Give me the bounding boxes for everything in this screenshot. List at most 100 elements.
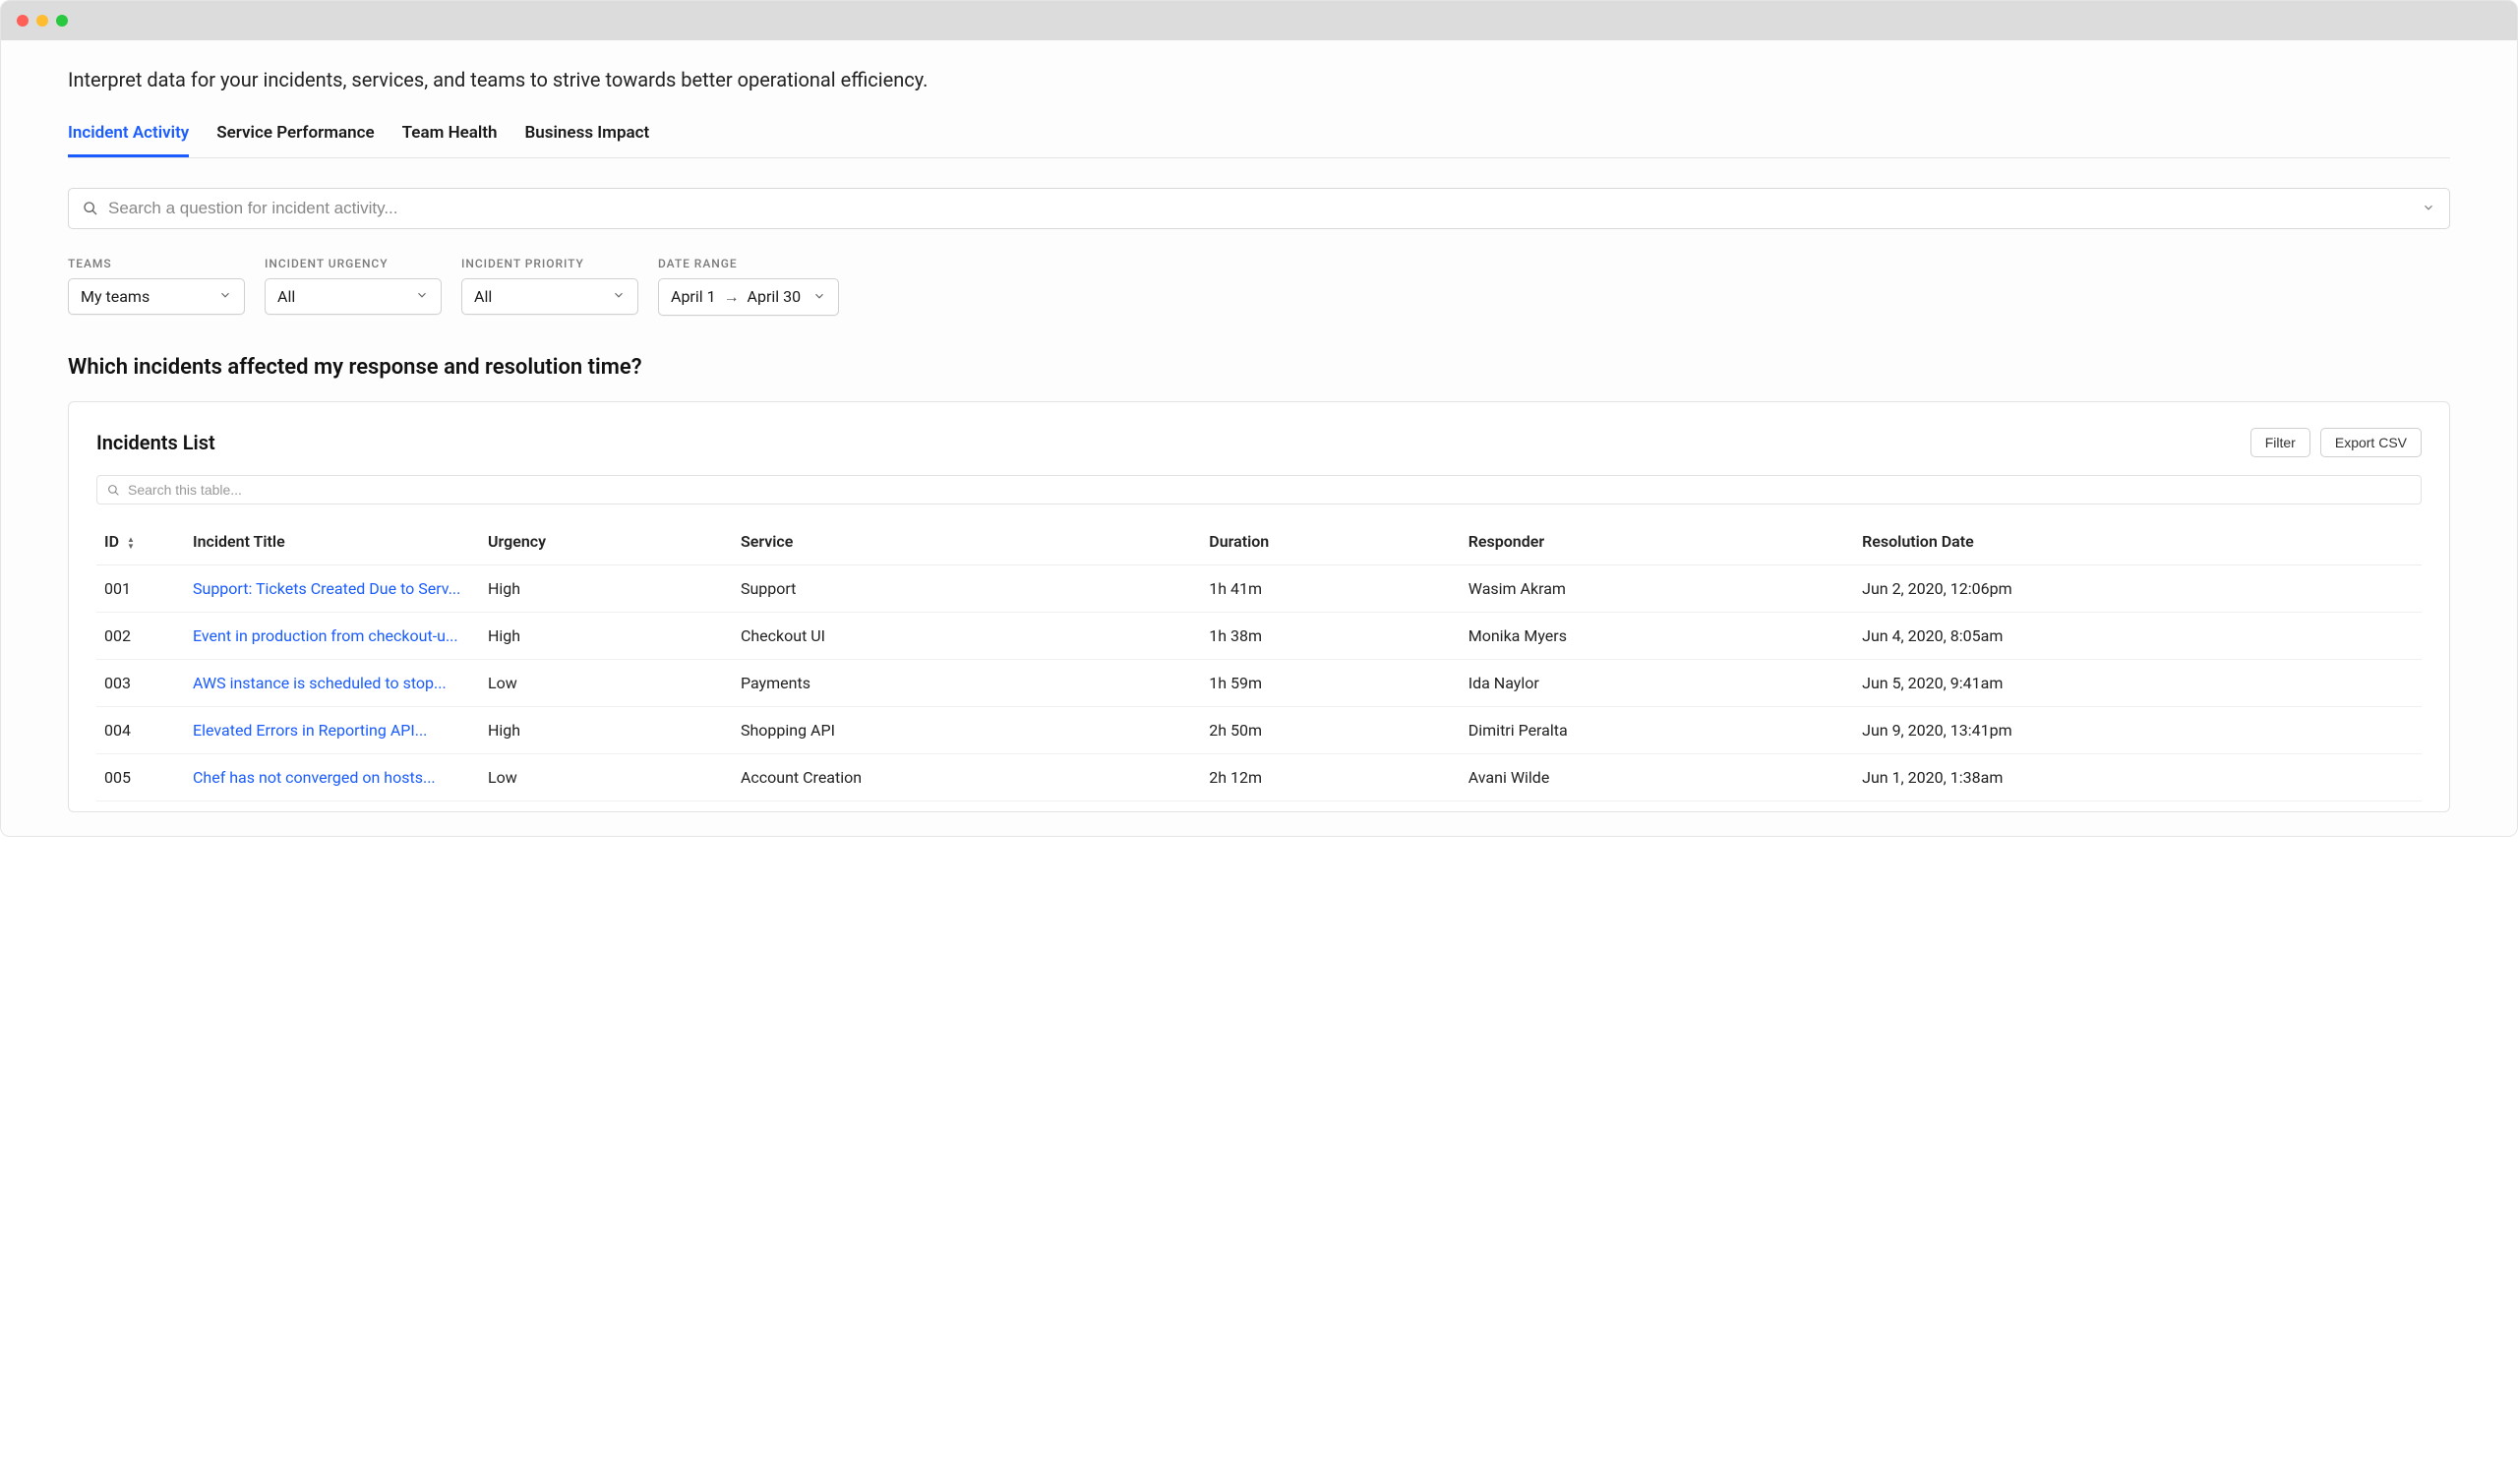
cell-title: Elevated Errors in Reporting API... [185, 707, 480, 754]
export-csv-button[interactable]: Export CSV [2320, 428, 2422, 457]
tab-bar: Incident Activity Service Performance Te… [68, 117, 2450, 158]
cell-service: Shopping API [733, 707, 1201, 754]
card-header: Incidents List Filter Export CSV [96, 428, 2422, 457]
incident-link[interactable]: AWS instance is scheduled to stop... [193, 674, 447, 692]
sort-icon: ▲▼ [127, 536, 135, 550]
col-urgency[interactable]: Urgency [480, 518, 733, 565]
cell-duration: 2h 50m [1201, 707, 1460, 754]
chevron-down-icon [612, 287, 626, 306]
incidents-table: ID ▲▼ Incident Title Urgency Service Dur… [96, 518, 2422, 801]
col-resolution[interactable]: Resolution Date [1854, 518, 2422, 565]
cell-urgency: Low [480, 754, 733, 801]
cell-duration: 1h 41m [1201, 565, 1460, 613]
incident-link[interactable]: Elevated Errors in Reporting API... [193, 721, 427, 740]
cell-responder: Ida Naylor [1461, 660, 1854, 707]
col-title[interactable]: Incident Title [185, 518, 480, 565]
incident-link[interactable]: Chef has not converged on hosts... [193, 768, 436, 787]
cell-title: Chef has not converged on hosts... [185, 754, 480, 801]
col-id[interactable]: ID ▲▼ [96, 518, 185, 565]
titlebar [1, 1, 2517, 40]
cell-service: Account Creation [733, 754, 1201, 801]
filter-urgency: INCIDENT URGENCY All [265, 257, 442, 316]
page-subtitle: Interpret data for your incidents, servi… [68, 68, 2450, 91]
filter-label: INCIDENT URGENCY [265, 257, 442, 270]
date-from: April 1 [671, 287, 716, 306]
card-actions: Filter Export CSV [2250, 428, 2422, 457]
incident-link[interactable]: Event in production from checkout-u... [193, 626, 458, 645]
table-row: 004 Elevated Errors in Reporting API... Hi… [96, 707, 2422, 754]
cell-urgency: High [480, 613, 733, 660]
filter-label: DATE RANGE [658, 257, 839, 270]
chevron-down-icon [218, 287, 232, 306]
tab-incident-activity[interactable]: Incident Activity [68, 117, 189, 157]
cell-resolution: Jun 5, 2020, 9:41am [1854, 660, 2422, 707]
chevron-down-icon [2422, 200, 2435, 218]
cell-responder: Avani Wilde [1461, 754, 1854, 801]
table-search[interactable] [96, 475, 2422, 505]
cell-urgency: Low [480, 660, 733, 707]
cell-resolution: Jun 1, 2020, 1:38am [1854, 754, 2422, 801]
cell-id: 001 [96, 565, 185, 613]
col-duration[interactable]: Duration [1201, 518, 1460, 565]
tab-business-impact[interactable]: Business Impact [525, 117, 650, 157]
cell-service: Checkout UI [733, 613, 1201, 660]
col-responder[interactable]: Responder [1461, 518, 1854, 565]
cell-id: 005 [96, 754, 185, 801]
cell-id: 003 [96, 660, 185, 707]
maximize-window-icon[interactable] [56, 15, 68, 27]
filter-label: INCIDENT PRIORITY [461, 257, 638, 270]
col-service[interactable]: Service [733, 518, 1201, 565]
filter-teams: TEAMS My teams [68, 257, 245, 316]
filter-button[interactable]: Filter [2250, 428, 2310, 457]
cell-title: Support: Tickets Created Due to Serv... [185, 565, 480, 613]
table-search-input[interactable] [128, 482, 2411, 498]
cell-duration: 1h 38m [1201, 613, 1460, 660]
urgency-dropdown[interactable]: All [265, 278, 442, 315]
arrow-right-icon: → [724, 287, 740, 306]
window-controls [17, 15, 68, 27]
cell-responder: Monika Myers [1461, 613, 1854, 660]
table-row: 005 Chef has not converged on hosts... Low… [96, 754, 2422, 801]
cell-urgency: High [480, 707, 733, 754]
incident-link[interactable]: Support: Tickets Created Due to Serv... [193, 579, 460, 598]
dropdown-value: My teams [81, 287, 150, 306]
page-content: Interpret data for your incidents, servi… [1, 40, 2517, 836]
daterange-dropdown[interactable]: April 1 → April 30 [658, 278, 839, 316]
cell-responder: Wasim Akram [1461, 565, 1854, 613]
col-label: ID [104, 532, 119, 551]
chevron-down-icon [812, 288, 826, 307]
table-header-row: ID ▲▼ Incident Title Urgency Service Dur… [96, 518, 2422, 565]
filter-bar: TEAMS My teams INCIDENT URGENCY All INCI… [68, 257, 2450, 316]
table-row: 002Event in production from checkout-u..… [96, 613, 2422, 660]
cell-service: Payments [733, 660, 1201, 707]
dropdown-value: April 1 → April 30 [671, 287, 801, 307]
cell-service: Support [733, 565, 1201, 613]
priority-dropdown[interactable]: All [461, 278, 638, 315]
cell-resolution: Jun 4, 2020, 8:05am [1854, 613, 2422, 660]
cell-id: 004 [96, 707, 185, 754]
search-icon [83, 201, 98, 216]
teams-dropdown[interactable]: My teams [68, 278, 245, 315]
cell-urgency: High [480, 565, 733, 613]
table-row: 003 AWS instance is scheduled to stop... L… [96, 660, 2422, 707]
filter-priority: INCIDENT PRIORITY All [461, 257, 638, 316]
search-icon [107, 484, 120, 497]
filter-daterange: DATE RANGE April 1 → April 30 [658, 257, 839, 316]
cell-duration: 1h 59m [1201, 660, 1460, 707]
tab-service-performance[interactable]: Service Performance [216, 117, 374, 157]
cell-responder: Dimitri Peralta [1461, 707, 1854, 754]
app-window: Interpret data for your incidents, servi… [0, 0, 2518, 837]
filter-label: TEAMS [68, 257, 245, 270]
question-search[interactable] [68, 188, 2450, 229]
table-row: 001 Support: Tickets Created Due to Serv.… [96, 565, 2422, 613]
cell-resolution: Jun 9, 2020, 13:41pm [1854, 707, 2422, 754]
cell-title: Event in production from checkout-u... [185, 613, 480, 660]
question-search-input[interactable] [108, 199, 2422, 218]
tab-team-health[interactable]: Team Health [402, 117, 498, 157]
chevron-down-icon [415, 287, 429, 306]
section-title: Which incidents affected my response and… [68, 355, 2450, 380]
minimize-window-icon[interactable] [36, 15, 48, 27]
incidents-card: Incidents List Filter Export CSV ID ▲▼ [68, 401, 2450, 812]
card-title: Incidents List [96, 431, 215, 454]
close-window-icon[interactable] [17, 15, 29, 27]
